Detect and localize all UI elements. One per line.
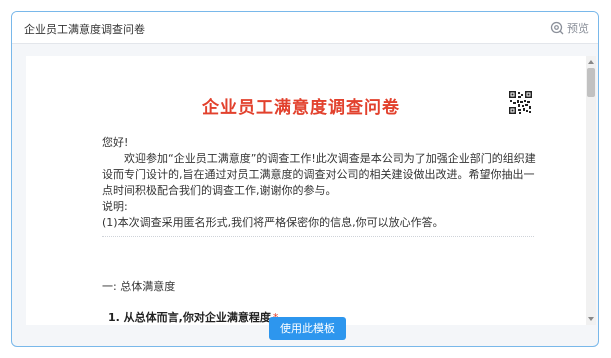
survey-title: 企业员工满意度调查问卷 bbox=[202, 98, 400, 118]
question-1-text: 1. 从总体而言,你对企业满意程度 bbox=[108, 311, 271, 324]
section-heading: 一: 总体满意度 bbox=[102, 280, 176, 293]
note-label: 说明: bbox=[102, 200, 128, 213]
vertical-scrollbar[interactable] bbox=[586, 56, 596, 325]
scroll-thumb[interactable] bbox=[587, 68, 595, 97]
qr-code-icon bbox=[509, 91, 532, 114]
survey-paper: 企业员工满意度调查问卷 您好! 欢迎参加“企业员工满意度”的调查工作!此次调查是… bbox=[26, 56, 576, 325]
dialog-title: 企业员工满意度调查问卷 bbox=[24, 23, 145, 36]
note-text: (1)本次调查采用匿名形式,我们将严格保密你的信息,你可以放心作答。 bbox=[102, 216, 444, 229]
use-template-button[interactable]: 使用此模板 bbox=[269, 317, 346, 340]
scroll-up-arrow-icon[interactable] bbox=[588, 60, 594, 64]
survey-preview-area: 企业员工满意度调查问卷 您好! 欢迎参加“企业员工满意度”的调查工作!此次调查是… bbox=[26, 56, 586, 325]
intro-paragraph: 欢迎参加“企业员工满意度”的调查工作!此次调查是本公司为了加强企业部门的组织建设… bbox=[102, 152, 536, 197]
preview-label: 预览 bbox=[567, 22, 589, 35]
template-preview-dialog: 企业员工满意度调查问卷 预览 企业员工满意度调查问卷 您好! 欢迎参加“企业员工… bbox=[11, 11, 599, 347]
preview-button[interactable]: 预览 bbox=[550, 20, 589, 36]
scroll-down-arrow-icon[interactable] bbox=[588, 317, 594, 321]
dialog-header: 企业员工满意度调查问卷 预览 bbox=[12, 12, 598, 44]
greeting-text: 您好! bbox=[102, 136, 129, 149]
section-divider bbox=[102, 236, 534, 237]
preview-icon bbox=[550, 21, 564, 35]
survey-intro: 您好! 欢迎参加“企业员工满意度”的调查工作!此次调查是本公司为了加强企业部门的… bbox=[102, 135, 540, 231]
question-1: 1. 从总体而言,你对企业满意程度* bbox=[108, 309, 278, 325]
